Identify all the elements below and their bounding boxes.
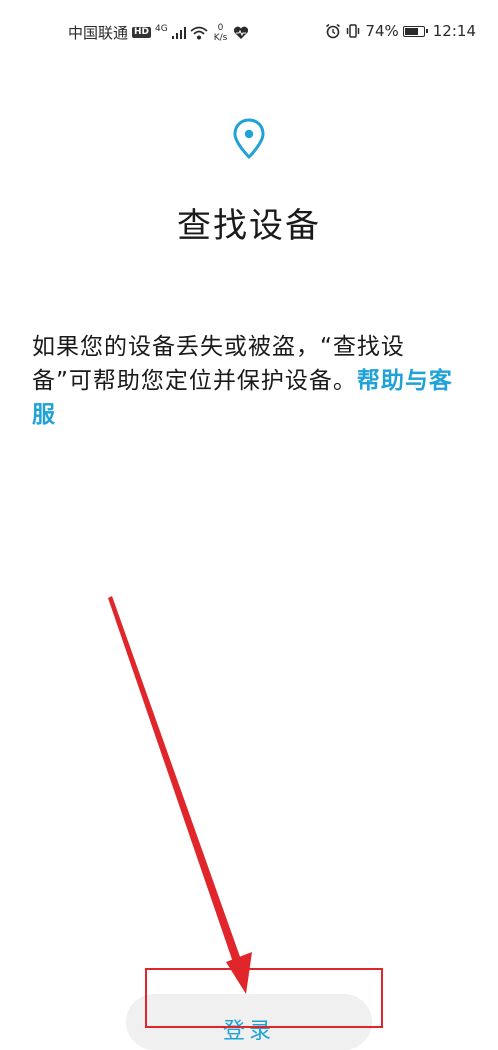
network-type: 4G <box>155 24 168 34</box>
description-body: 如果您的设备丢失或被盗，“查找设备”可帮助您定位并保护设备。 <box>32 334 405 394</box>
status-left: 中国联通 HD 4G 0 K/s <box>68 22 249 43</box>
hd-badge: HD <box>132 27 152 38</box>
carrier-label: 中国联通 <box>68 24 129 42</box>
description-text: 如果您的设备丢失或被盗，“查找设备”可帮助您定位并保护设备。帮助与客服 <box>32 330 460 432</box>
annotation-highlight-box <box>145 968 383 1028</box>
speed-unit: K/s <box>213 32 228 43</box>
network-speed: 0 K/s <box>214 23 228 43</box>
status-bar: 中国联通 HD 4G 0 K/s 74% 12:14 <box>0 0 498 60</box>
page-title: 查找设备 <box>177 206 321 246</box>
status-right: 74% 12:14 <box>325 22 476 40</box>
clock: 12:14 <box>432 22 476 40</box>
heart-icon <box>234 26 249 39</box>
alarm-icon <box>326 23 341 39</box>
battery-fill <box>404 27 418 35</box>
wifi-icon <box>190 26 208 39</box>
signal-icon <box>171 26 186 39</box>
vibrate-icon <box>347 24 360 38</box>
speed-value: 0 <box>217 22 224 33</box>
location-pin-icon <box>233 118 265 160</box>
battery-percent: 74% <box>365 22 399 40</box>
battery-icon <box>402 25 428 37</box>
